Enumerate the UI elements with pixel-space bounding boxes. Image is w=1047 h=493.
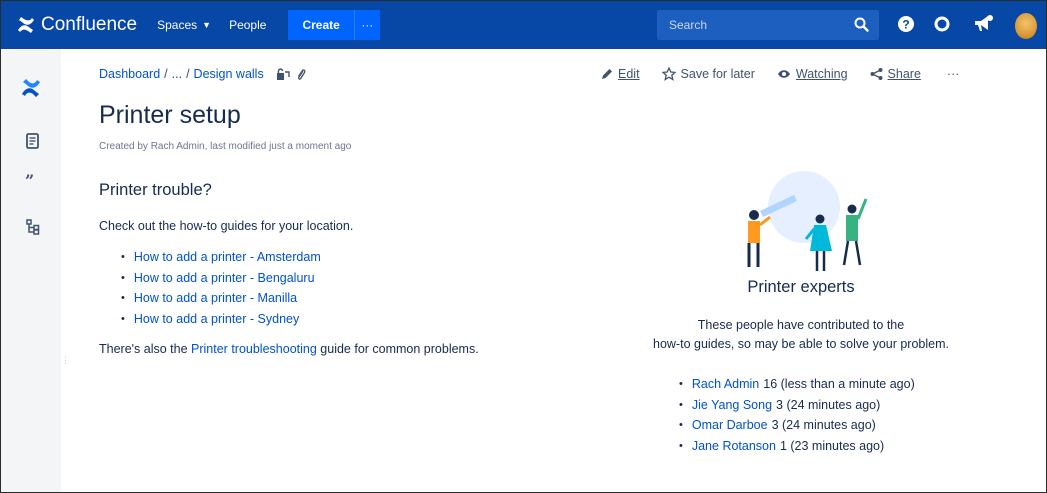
confluence-logo-icon [18, 17, 34, 33]
list-item: How to add a printer - Sydney [121, 309, 321, 330]
expert-item: Rach Admin 16 (less than a minute ago) [679, 374, 915, 395]
edit-button[interactable]: Edit [601, 67, 640, 81]
breadcrumb-ellipsis[interactable]: ... [172, 67, 182, 81]
attachment-icon[interactable] [296, 68, 306, 81]
more-actions-button[interactable]: ··· [947, 67, 960, 81]
left-sidebar: ” [1, 49, 61, 492]
create-more-button[interactable]: ··· [353, 10, 380, 40]
restrictions-icon[interactable] [276, 67, 290, 81]
edit-label: Edit [618, 67, 640, 81]
list-item: How to add a printer - Amsterdam [121, 247, 321, 268]
panel-title: Printer experts [747, 278, 855, 296]
expert-name-link[interactable]: Omar Darboe [692, 418, 768, 432]
top-navigation-bar: Confluence Spaces ▼ People Create ··· ? [1, 1, 1046, 49]
how-to-link-sydney[interactable]: How to add a printer - Sydney [134, 312, 299, 326]
panel-description: These people have contributed to the how… [621, 316, 981, 354]
expert-name-link[interactable]: Jie Yang Song [692, 398, 772, 412]
spaces-label: Spaces [157, 18, 198, 32]
watching-label: Watching [795, 67, 848, 81]
expert-name-link[interactable]: Rach Admin [692, 377, 759, 391]
breadcrumb: Dashboard / ... / Design walls [99, 67, 306, 81]
share-button[interactable]: Share [870, 67, 921, 81]
star-icon [661, 67, 676, 81]
breadcrumb-dashboard[interactable]: Dashboard [99, 67, 160, 81]
people-label: People [229, 18, 267, 32]
how-to-links: How to add a printer - Amsterdam How to … [121, 247, 321, 329]
page-title: Printer setup [99, 101, 241, 129]
section-heading: Printer trouble? [99, 181, 212, 199]
intro-text: Check out the how-to guides for your loc… [99, 219, 354, 233]
watching-button[interactable]: Watching [777, 67, 848, 81]
save-for-later-label: Save for later [680, 67, 755, 81]
page-actions: Edit Save for later Watching Share ··· [601, 67, 981, 81]
outro-after: guide for common problems. [316, 342, 479, 356]
confluence-window: Confluence Spaces ▼ People Create ··· ? [0, 0, 1047, 493]
confluence-logo[interactable]: Confluence [17, 14, 137, 36]
share-label: Share [887, 67, 921, 81]
svg-text:?: ? [902, 18, 909, 32]
share-icon [870, 68, 883, 80]
troubleshooting-paragraph: There's also the Printer troubleshooting… [99, 340, 499, 358]
expert-item: Omar Darboe3 (24 minutes ago) [679, 415, 915, 436]
outro-before: There's also the [99, 342, 192, 356]
search-box[interactable] [657, 10, 879, 40]
spaces-menu[interactable]: Spaces ▼ [157, 18, 211, 32]
how-to-link-manilla[interactable]: How to add a printer - Manilla [134, 291, 297, 305]
search-icon[interactable] [854, 17, 869, 32]
people-link[interactable]: People [229, 18, 266, 32]
breadcrumb-design-walls[interactable]: Design walls [194, 67, 264, 81]
how-to-link-amsterdam[interactable]: How to add a printer - Amsterdam [134, 250, 321, 264]
gear-icon[interactable] [933, 15, 951, 33]
save-for-later-button[interactable]: Save for later [661, 67, 755, 81]
pencil-icon [602, 69, 612, 79]
eye-icon [777, 70, 790, 78]
pages-icon[interactable] [26, 133, 39, 149]
page-tree-icon[interactable] [26, 219, 40, 235]
sidebar-resize-handle[interactable]: ⋮ [61, 355, 70, 369]
expert-detail: 3 (24 minutes ago) [771, 418, 876, 433]
help-icon[interactable]: ? [897, 15, 915, 33]
panel-description-line: how-to guides, so may be able to solve y… [653, 337, 949, 351]
how-to-link-bengaluru[interactable]: How to add a printer - Bengaluru [134, 271, 315, 285]
expert-detail: 3 (24 minutes ago) [776, 397, 881, 412]
megaphone-icon[interactable] [973, 13, 995, 33]
create-button[interactable]: Create [288, 10, 354, 40]
panel-description-line: These people have contributed to the [697, 318, 905, 332]
expert-detail: 16 (less than a minute ago) [763, 377, 915, 392]
expert-item: Jie Yang Song 3 (24 minutes ago) [679, 395, 915, 416]
user-avatar[interactable] [1015, 13, 1037, 39]
breadcrumb-separator: / [164, 67, 168, 81]
page-byline: Created by Rach Admin, last modified jus… [99, 141, 352, 152]
expert-detail: 1 (23 minutes ago) [779, 438, 885, 453]
expert-name-link[interactable]: Jane Rotanson [692, 439, 776, 453]
printer-troubleshooting-link[interactable]: Printer troubleshooting [191, 342, 317, 356]
list-item: How to add a printer - Manilla [121, 288, 321, 309]
search-input[interactable] [669, 18, 849, 32]
blog-quote-icon[interactable]: ” [25, 171, 34, 190]
confluence-space-icon[interactable] [21, 79, 41, 97]
list-item: How to add a printer - Bengaluru [121, 268, 321, 289]
printer-experts-illustration [747, 171, 868, 271]
experts-list: Rach Admin 16 (less than a minute ago) Ji… [679, 374, 915, 456]
expert-item: Jane Rotanson1 (23 minutes ago) [679, 436, 915, 457]
app-name: Confluence [41, 14, 138, 35]
chevron-down-icon: ▼ [202, 20, 212, 30]
breadcrumb-separator: / [186, 67, 190, 81]
